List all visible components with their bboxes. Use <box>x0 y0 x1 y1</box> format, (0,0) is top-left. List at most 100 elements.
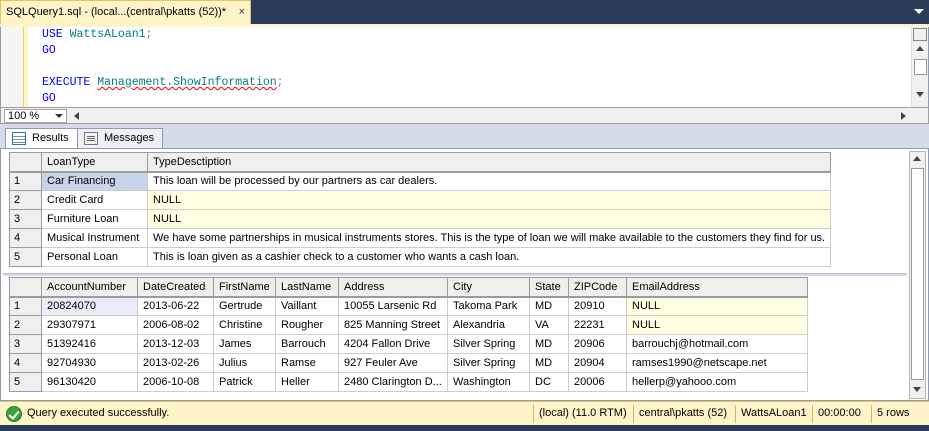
column-header[interactable]: FirstName <box>213 277 276 298</box>
row-number-header[interactable] <box>9 152 42 173</box>
scroll-up-icon[interactable] <box>914 43 927 55</box>
table-cell[interactable]: barrouchj@hotmail.com <box>626 334 808 354</box>
column-header[interactable]: AccountNumber <box>41 277 138 298</box>
query-editor[interactable]: USE WattsALoan1; GO EXECUTE Management.Sh… <box>0 27 929 107</box>
row-number[interactable]: 2 <box>9 190 42 210</box>
table-cell[interactable]: This is loan given as a cashier check to… <box>146 247 832 267</box>
table-cell[interactable]: 20006 <box>568 372 627 392</box>
table-row[interactable]: 2 29307971 2006-08-02 Christine Rougher … <box>9 315 808 335</box>
table-cell[interactable]: 22231 <box>568 315 627 335</box>
column-header[interactable]: LastName <box>275 277 339 298</box>
table-cell[interactable]: Personal Loan <box>41 247 148 267</box>
table-row[interactable]: 4 92704930 2013-02-26 Julius Ramse 927 F… <box>9 353 808 373</box>
grid-splitter[interactable] <box>3 273 907 276</box>
table-cell[interactable]: 4204 Fallon Drive <box>338 334 448 354</box>
row-number-header[interactable] <box>9 277 42 298</box>
column-header[interactable]: DateCreated <box>137 277 214 298</box>
table-cell[interactable]: Christine <box>213 315 276 335</box>
table-cell[interactable]: NULL <box>146 209 832 229</box>
column-header[interactable]: Address <box>338 277 448 298</box>
table-cell[interactable]: 2006-10-08 <box>137 372 214 392</box>
table-row[interactable]: 3 51392416 2013-12-03 James Barrouch 420… <box>9 334 808 354</box>
table-cell[interactable]: MD <box>529 353 569 373</box>
tab-messages[interactable]: Messages <box>77 128 164 149</box>
results-vertical-scrollbar[interactable] <box>909 151 926 399</box>
table-cell[interactable]: Musical Instrument <box>41 228 148 248</box>
close-icon[interactable]: × <box>239 6 245 18</box>
editor-vertical-scrollbar[interactable] <box>911 27 928 107</box>
result-grid-1[interactable]: LoanType TypeDesctiption 1 Car Financing… <box>9 152 832 267</box>
table-cell[interactable]: 92704930 <box>41 353 138 373</box>
table-cell[interactable]: 10055 Larsenic Rd <box>338 296 448 316</box>
table-row[interactable]: 5 96130420 2006-10-08 Patrick Heller 248… <box>9 372 808 392</box>
table-cell[interactable]: Furniture Loan <box>41 209 148 229</box>
row-number[interactable]: 1 <box>9 296 42 316</box>
table-cell[interactable]: 51392416 <box>41 334 138 354</box>
table-cell[interactable]: hellerp@yahooo.com <box>626 372 808 392</box>
zoom-select[interactable]: 100 % <box>4 109 67 123</box>
table-cell[interactable]: NULL <box>146 190 832 210</box>
scroll-left-icon[interactable] <box>69 109 83 123</box>
table-row[interactable]: 1 Car Financing This loan will be proces… <box>9 171 832 191</box>
row-number[interactable]: 4 <box>9 228 42 248</box>
table-cell[interactable]: 29307971 <box>41 315 138 335</box>
table-cell[interactable]: Rougher <box>275 315 339 335</box>
table-cell[interactable]: Credit Card <box>41 190 148 210</box>
table-cell[interactable]: 927 Feuler Ave <box>338 353 448 373</box>
result-grid-2[interactable]: AccountNumber DateCreated FirstName Last… <box>9 277 808 392</box>
scroll-right-icon[interactable] <box>897 109 911 123</box>
row-number[interactable]: 5 <box>9 247 42 267</box>
table-cell[interactable]: MD <box>529 334 569 354</box>
table-cell[interactable]: 2013-06-22 <box>137 296 214 316</box>
table-cell[interactable]: This loan will be processed by our partn… <box>146 171 832 191</box>
table-cell[interactable]: 2006-08-02 <box>137 315 214 335</box>
scroll-thumb[interactable] <box>911 168 924 380</box>
column-header[interactable]: TypeDesctiption <box>146 152 832 173</box>
column-header[interactable]: City <box>447 277 530 298</box>
query-text[interactable]: USE WattsALoan1; GO EXECUTE Management.Sh… <box>42 27 284 107</box>
scroll-down-icon[interactable] <box>911 384 924 396</box>
scroll-up-icon[interactable] <box>911 153 924 165</box>
table-cell[interactable]: NULL <box>626 296 808 316</box>
row-number[interactable]: 4 <box>9 353 42 373</box>
row-number[interactable]: 5 <box>9 372 42 392</box>
table-cell[interactable]: 2480 Clarington D... <box>338 372 448 392</box>
table-row[interactable]: 5 Personal Loan This is loan given as a … <box>9 247 832 267</box>
table-cell[interactable]: VA <box>529 315 569 335</box>
column-header[interactable]: LoanType <box>41 152 148 173</box>
table-row[interactable]: 1 20824070 2013-06-22 Gertrude Vaillant … <box>9 296 808 316</box>
table-cell[interactable]: NULL <box>626 315 808 335</box>
table-cell[interactable]: Gertrude <box>213 296 276 316</box>
table-cell[interactable]: Ramse <box>275 353 339 373</box>
scroll-thumb[interactable] <box>914 59 927 75</box>
row-number[interactable]: 3 <box>9 334 42 354</box>
table-cell[interactable]: 2013-12-03 <box>137 334 214 354</box>
table-cell[interactable]: 20906 <box>568 334 627 354</box>
column-header[interactable]: EmailAddress <box>626 277 808 298</box>
table-row[interactable]: 4 Musical Instrument We have some partne… <box>9 228 832 248</box>
table-row[interactable]: 2 Credit Card NULL <box>9 190 832 210</box>
table-cell[interactable]: We have some partnerships in musical ins… <box>146 228 832 248</box>
table-cell[interactable]: Julius <box>213 353 276 373</box>
table-cell[interactable]: 96130420 <box>41 372 138 392</box>
column-header[interactable]: State <box>529 277 569 298</box>
table-cell[interactable]: DC <box>529 372 569 392</box>
table-cell[interactable]: 825 Manning Street <box>338 315 448 335</box>
table-cell[interactable]: Washington <box>447 372 530 392</box>
table-cell[interactable]: Vaillant <box>275 296 339 316</box>
table-cell[interactable]: Heller <box>275 372 339 392</box>
chevron-down-icon[interactable] <box>53 111 65 122</box>
table-cell[interactable]: Patrick <box>213 372 276 392</box>
table-cell[interactable]: Silver Spring <box>447 334 530 354</box>
table-cell[interactable]: Alexandria <box>447 315 530 335</box>
splitter-icon[interactable] <box>913 28 927 41</box>
editor-horizontal-scrollbar[interactable] <box>69 109 911 123</box>
table-cell[interactable]: 20904 <box>568 353 627 373</box>
row-number[interactable]: 3 <box>9 209 42 229</box>
table-cell[interactable]: James <box>213 334 276 354</box>
table-cell[interactable]: Silver Spring <box>447 353 530 373</box>
scroll-down-icon[interactable] <box>914 89 927 101</box>
table-cell[interactable]: ramses1990@netscape.net <box>626 353 808 373</box>
column-header[interactable]: ZIPCode <box>568 277 627 298</box>
table-cell[interactable]: Car Financing <box>41 171 148 191</box>
